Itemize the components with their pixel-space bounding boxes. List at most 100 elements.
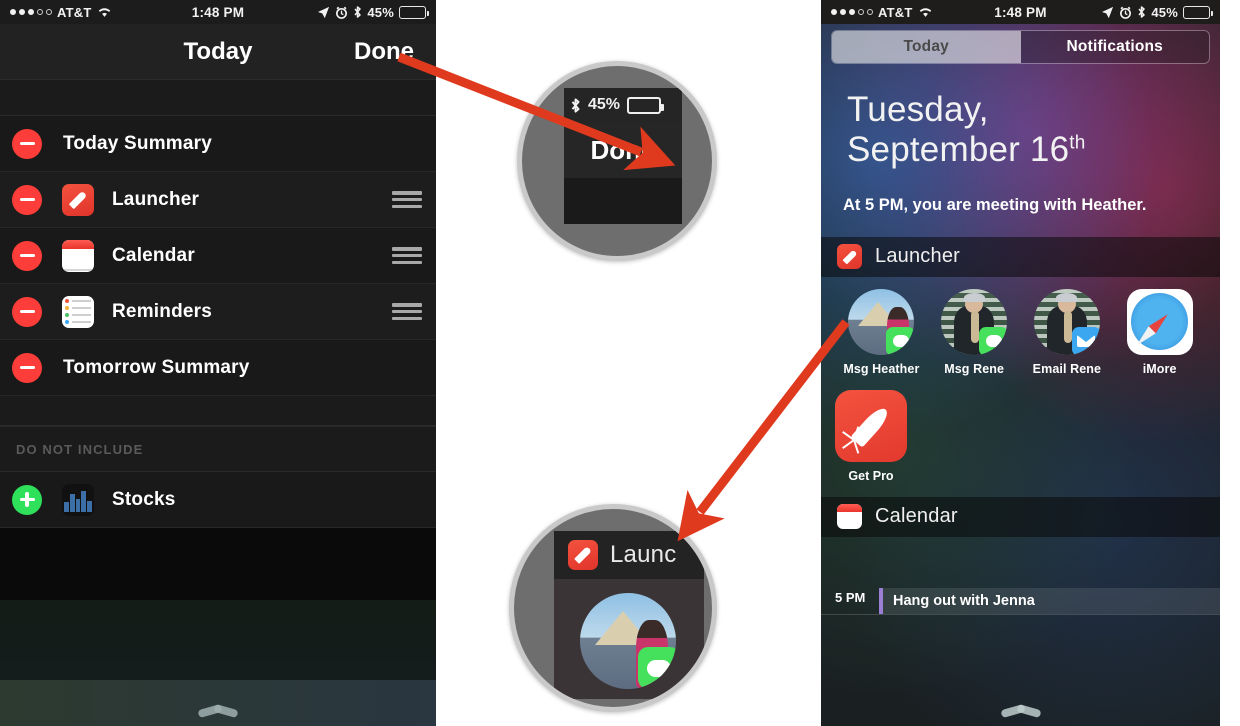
launcher-icon <box>837 244 862 270</box>
reminders-icon <box>62 295 94 328</box>
reorder-handle[interactable] <box>392 247 422 264</box>
grabber-handle[interactable] <box>0 703 436 719</box>
table-row[interactable]: Today Summary <box>0 116 436 172</box>
calendar-event-title: Hang out with Jenna <box>893 592 1035 609</box>
right-status-bar: AT&T 1:48 PM 45% <box>821 0 1220 24</box>
photo-rene-avatar <box>941 288 1008 355</box>
table-row-label: Tomorrow Summary <box>63 356 250 378</box>
calendar-icon <box>837 504 862 530</box>
tab-notifications[interactable]: Notifications <box>1020 31 1209 63</box>
left-bottom-bar <box>0 680 436 726</box>
table-row-label: Reminders <box>112 300 213 322</box>
get-pro-shortcut[interactable]: Get Pro <box>821 380 1220 497</box>
bluetooth-icon <box>570 97 581 114</box>
mail-icon <box>1071 326 1100 355</box>
wifi-icon <box>918 6 933 18</box>
list-section-gap <box>0 396 436 426</box>
battery-icon <box>1183 5 1213 19</box>
get-pro-label: Get Pro <box>848 468 894 483</box>
launcher-shortcut[interactable]: Msg Heather <box>835 288 928 376</box>
bluetooth-icon <box>353 5 362 19</box>
screenshot-canvas: AT&T 1:48 PM 45% Today Done Today Summar… <box>0 0 1240 726</box>
date-weekday: Tuesday, <box>847 90 989 129</box>
battery-percent-label: 45% <box>1151 4 1178 20</box>
calendar-event-row[interactable]: 5 PM Hang out with Jenna <box>821 581 1220 615</box>
launcher-shortcut-label: Msg Rene <box>944 361 1005 376</box>
bluetooth-icon <box>1137 5 1146 19</box>
calendar-event-chip[interactable]: Hang out with Jenna <box>879 587 1220 614</box>
table-row[interactable]: Calendar <box>0 228 436 284</box>
reorder-handle[interactable] <box>392 303 422 320</box>
rocket-icon <box>835 389 907 462</box>
status-bar-left: AT&T <box>821 5 933 20</box>
calendar-icon <box>62 239 94 272</box>
alarm-clock-icon <box>335 6 348 19</box>
table-row[interactable]: Reminders <box>0 284 436 340</box>
photo-rene-avatar <box>1033 288 1100 355</box>
segmented-control[interactable]: Today Notifications <box>831 30 1210 64</box>
launcher-shortcut-label: Msg Heather <box>843 361 920 376</box>
signal-strength-icon <box>831 9 873 15</box>
remove-widget-button[interactable] <box>12 240 42 271</box>
messages-icon <box>979 326 1008 355</box>
calendar-event-list: 5 PM Hang out with Jenna <box>821 537 1220 635</box>
launcher-shortcut-label: iMore <box>1142 361 1177 376</box>
done-button[interactable]: Done <box>354 38 414 66</box>
table-row-label: Stocks <box>112 488 176 510</box>
tab-today[interactable]: Today <box>832 31 1021 63</box>
launcher-shortcut[interactable]: Msg Rene <box>928 288 1021 376</box>
add-widget-button[interactable] <box>12 484 42 515</box>
status-bar-right: 45% <box>317 5 436 20</box>
battery-icon <box>627 96 665 114</box>
table-row-label: Calendar <box>112 244 195 266</box>
remove-widget-button[interactable] <box>12 128 42 159</box>
done-callout-magnifier: 45% Done <box>517 61 717 261</box>
photo-louvre-avatar <box>580 593 676 689</box>
left-status-bar: AT&T 1:48 PM 45% <box>0 0 436 24</box>
list-top-gap <box>0 80 436 116</box>
launcher-shortcut[interactable]: Email Rene <box>1021 288 1114 376</box>
wifi-icon <box>97 6 112 18</box>
launcher-widget-header[interactable]: Launcher <box>821 236 1220 277</box>
launcher-icon <box>62 183 94 216</box>
status-bar-right: 45% <box>1101 5 1220 20</box>
grabber-handle[interactable] <box>821 703 1220 719</box>
magnified-done-button[interactable]: Done <box>564 122 682 178</box>
messages-icon <box>886 326 915 355</box>
alarm-clock-icon <box>1119 6 1132 19</box>
today-summary-text: At 5 PM, you are meeting with Heather. <box>843 195 1147 214</box>
battery-icon <box>399 5 429 19</box>
battery-percent-label: 45% <box>367 4 394 20</box>
carrier-label: AT&T <box>57 4 92 20</box>
table-row[interactable]: Tomorrow Summary <box>0 340 436 396</box>
remove-widget-button[interactable] <box>12 296 42 327</box>
calendar-event-time: 5 PM <box>835 589 866 605</box>
magnified-status-bar: 45% <box>564 88 682 122</box>
date-ordinal-suffix: th <box>1069 132 1086 154</box>
calendar-widget-header[interactable]: Calendar <box>821 496 1220 537</box>
reorder-handle[interactable] <box>392 191 422 208</box>
launcher-callout-magnifier: Launc <box>509 504 717 712</box>
section-header-do-not-include: DO NOT INCLUDE <box>0 426 436 472</box>
launcher-icon <box>568 540 598 570</box>
remove-widget-button[interactable] <box>12 352 42 383</box>
launcher-widget-title: Launcher <box>875 245 960 268</box>
table-row[interactable]: Stocks <box>0 472 436 528</box>
status-bar-left: AT&T <box>0 5 112 20</box>
table-row[interactable]: Launcher <box>0 172 436 228</box>
launcher-shortcut[interactable]: iMore <box>1113 288 1206 376</box>
signal-strength-icon <box>10 9 52 15</box>
launcher-shortcut-label: Email Rene <box>1032 361 1102 376</box>
right-phone-screen: AT&T 1:48 PM 45% Today Notifications Tue… <box>821 0 1220 726</box>
magnified-list-area <box>564 178 682 224</box>
segmented-control-wrapper: Today Notifications <box>821 24 1220 64</box>
magnified-launcher-body <box>554 579 704 699</box>
date-header: Tuesday, September 16th <box>821 64 1220 170</box>
location-arrow-icon <box>1101 6 1114 19</box>
date-month-day-text: September 16 <box>847 129 1070 169</box>
remove-widget-button[interactable] <box>12 184 42 215</box>
messages-icon <box>638 647 676 689</box>
today-view-content: AT&T 1:48 PM 45% Today Notifications Tue… <box>821 0 1220 635</box>
launcher-shortcut-grid: Msg Heather Msg Rene Email Rene iMore <box>821 277 1220 380</box>
photo-louvre-avatar <box>848 288 915 355</box>
